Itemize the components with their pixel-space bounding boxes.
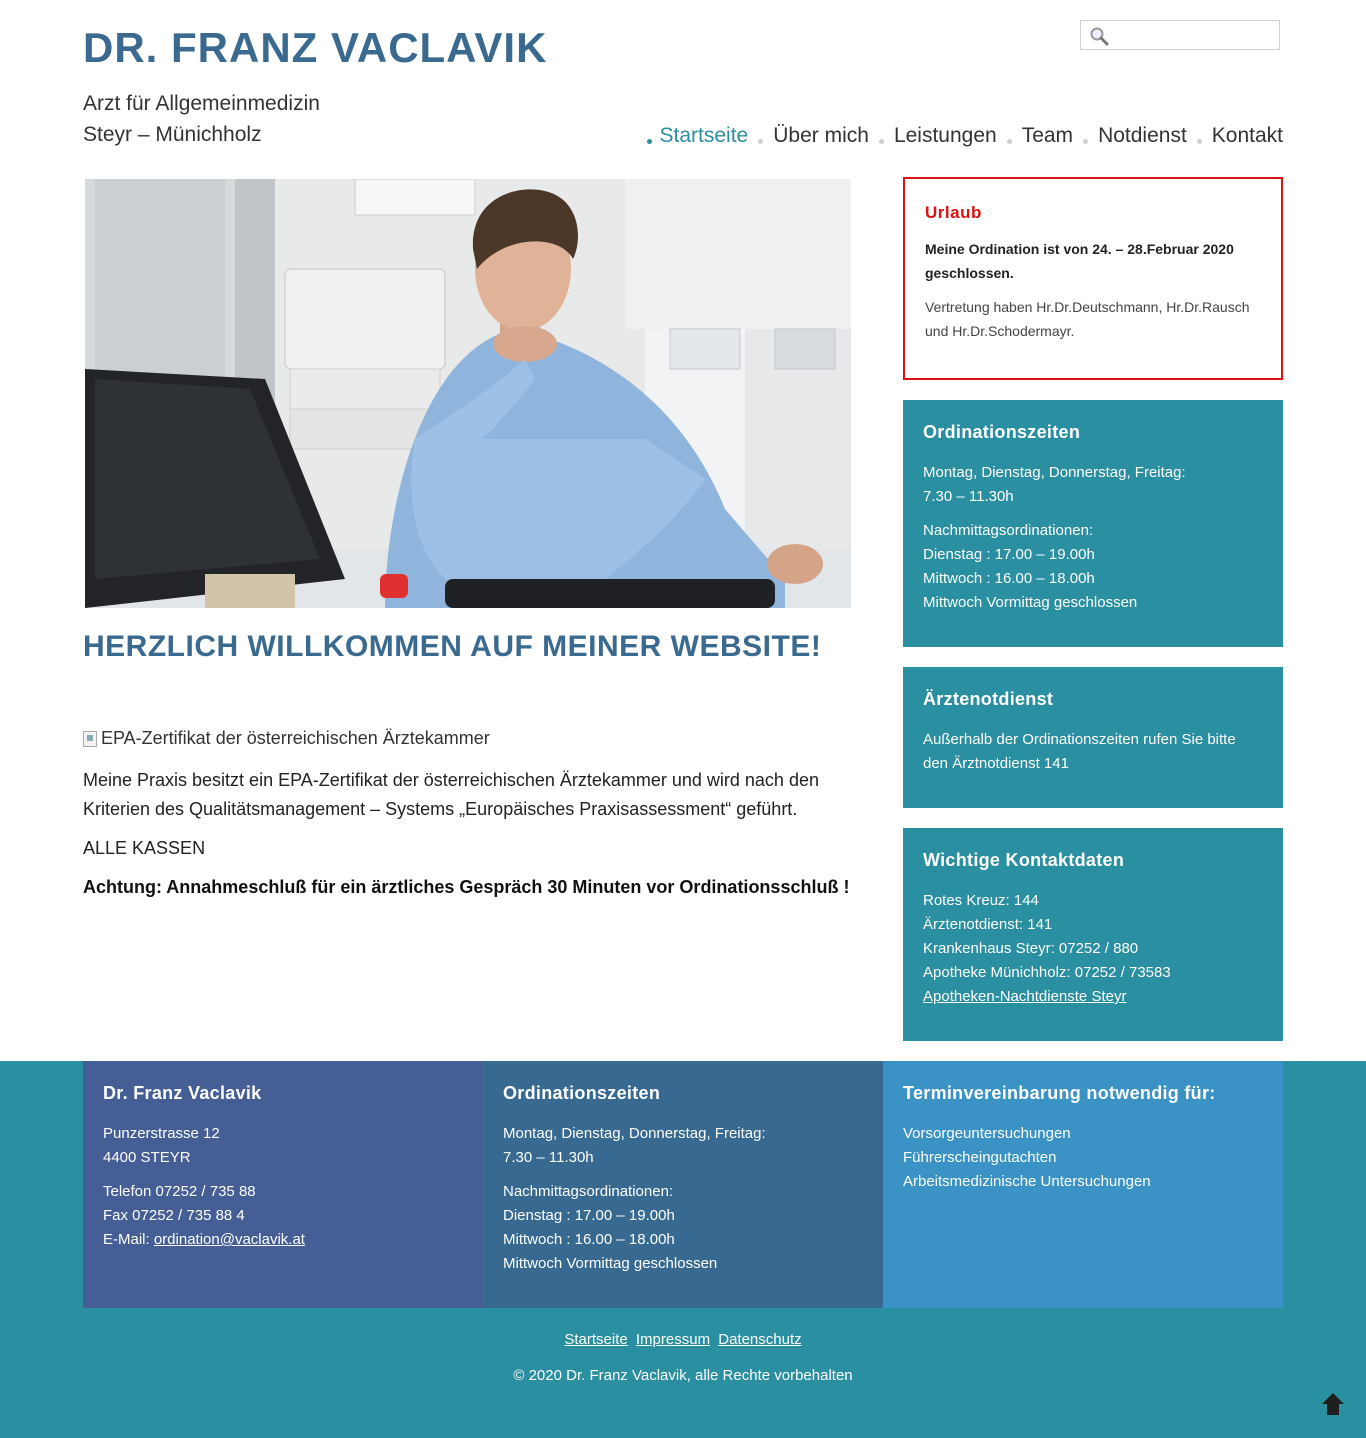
copyright: © 2020 Dr. Franz Vaclavik, alle Rechte v…	[513, 1367, 853, 1384]
nav-label: Über mich	[773, 124, 869, 147]
kontakt-krankenhaus: Krankenhaus Steyr: 07252 / 880	[923, 940, 1139, 957]
footer-link-startseite[interactable]: Startseite	[564, 1331, 627, 1348]
kontakt-apotheke: Apotheke Münichholz: 07252 / 73583	[923, 964, 1171, 981]
footer-email-link[interactable]: ordination@vaclavik.at	[154, 1231, 305, 1248]
nav-item-team[interactable]: Team	[997, 124, 1073, 148]
footer-hours-days: Montag, Dienstag, Donnerstag, Freitag:	[503, 1125, 766, 1142]
footer-fax: Fax 07252 / 735 88 4	[103, 1207, 245, 1224]
nav-item-startseite[interactable]: Startseite	[646, 124, 749, 148]
arrow-up-icon[interactable]	[1320, 1391, 1346, 1417]
nav-bullet	[758, 138, 764, 144]
hours-days: Montag, Dienstag, Donnerstag, Freitag:	[923, 464, 1186, 481]
kontakt-notdienst: Ärztenotdienst: 141	[923, 916, 1053, 933]
search-icon	[1090, 27, 1109, 46]
kontakt-list: Rotes Kreuz: 144 Ärztenotdienst: 141 Kra…	[923, 889, 1263, 1009]
appointment-item: Führerscheingutachten	[903, 1149, 1057, 1166]
urlaub-notice: Meine Ordination ist von 24. – 28.Februa…	[925, 241, 1234, 281]
urlaub-vertretung: Vertretung haben Hr.Dr.Deutschmann, Hr.D…	[925, 299, 1250, 339]
nav-bullet	[878, 138, 884, 144]
footer-street: Punzerstrasse 12	[103, 1125, 220, 1142]
epa-paragraph: Meine Praxis besitzt ein EPA-Zertifikat …	[83, 770, 819, 819]
nav-label: Leistungen	[893, 124, 997, 147]
afternoon-title: Nachmittagsordinationen:	[923, 522, 1094, 539]
box-title: Ordinationszeiten	[923, 422, 1081, 442]
footer-link-impressum[interactable]: Impressum	[636, 1331, 710, 1348]
hours-mittwoch: Mittwoch : 16.00 – 18.00h	[923, 570, 1095, 587]
nav-item-notdienst[interactable]: Notdienst	[1073, 124, 1187, 148]
annahmeschluss-notice: Achtung: Annahmeschluß für ein ärztliche…	[83, 877, 850, 897]
alle-kassen-text: ALLE KASSEN	[83, 838, 206, 858]
footer-col-title: Ordinationszeiten	[503, 1083, 661, 1103]
footer-hours-mittwoch: Mittwoch : 16.00 – 18.00h	[503, 1231, 675, 1248]
aerztenotdienst-box: Ärztenotdienst Außerhalb der Ordinations…	[903, 667, 1283, 808]
hours-time: 7.30 – 11.30h	[923, 488, 1014, 505]
broken-image-icon	[83, 730, 97, 747]
search-input[interactable]	[1111, 23, 1275, 47]
nav-label: Kontakt	[1211, 124, 1283, 147]
ordinationszeiten-box: Ordinationszeiten Montag, Dienstag, Donn…	[903, 400, 1283, 647]
footer-col-title: Dr. Franz Vaclavik	[103, 1083, 262, 1103]
footer-contact: Dr. Franz Vaclavik Punzerstrasse 12 4400…	[83, 1061, 483, 1308]
nav-item-kontakt[interactable]: Kontakt	[1187, 124, 1283, 148]
apotheken-nachtdienste-link[interactable]: Apotheken-Nachtdienste Steyr	[923, 988, 1126, 1005]
nav-item-leistungen[interactable]: Leistungen	[869, 124, 997, 148]
kontakt-rotes-kreuz: Rotes Kreuz: 144	[923, 892, 1039, 909]
hours-dienstag: Dienstag : 17.00 – 19.00h	[923, 546, 1095, 563]
nav-bullet	[646, 138, 652, 144]
footer-afternoon-title: Nachmittagsordinationen:	[503, 1183, 674, 1200]
footer-email-label: E-Mail:	[103, 1231, 154, 1248]
kontaktdaten-box: Wichtige Kontaktdaten Rotes Kreuz: 144 Ä…	[903, 828, 1283, 1041]
nav-bullet	[1006, 138, 1012, 144]
nav-item-ueber-mich[interactable]: Über mich	[748, 124, 869, 148]
nav-label: Startseite	[659, 124, 749, 147]
nav-bullet	[1196, 138, 1202, 144]
nav-label: Notdienst	[1098, 124, 1187, 147]
footer-hours-weekdays: Montag, Dienstag, Donnerstag, Freitag: 7…	[503, 1122, 863, 1170]
footer-col-title: Terminvereinbarung notwendig für:	[903, 1083, 1216, 1103]
urlaub-title: Urlaub	[925, 203, 982, 222]
main-nav: Startseite Über mich Leistungen Team Not…	[646, 122, 1283, 150]
tagline-line1: Arzt für Allgemeinmedizin	[83, 92, 320, 115]
site-footer: Dr. Franz Vaclavik Punzerstrasse 12 4400…	[0, 1061, 1366, 1438]
urlaub-box: Urlaub Meine Ordination ist von 24. – 28…	[903, 177, 1283, 380]
footer-hours-closed: Mittwoch Vormittag geschlossen	[503, 1255, 718, 1272]
footer-phone-block: Telefon 07252 / 735 88 Fax 07252 / 735 8…	[103, 1180, 463, 1252]
site-title[interactable]: DR. FRANZ VACLAVIK	[83, 26, 547, 70]
footer-link-datenschutz[interactable]: Datenschutz	[718, 1331, 801, 1348]
footer-links: Startseite Impressum Datenschutz	[0, 1331, 1366, 1348]
hero-photo	[85, 179, 851, 608]
box-title: Wichtige Kontaktdaten	[923, 850, 1125, 870]
box-title: Ärztenotdienst	[923, 689, 1054, 709]
footer-appointment-list: Vorsorgeuntersuchungen Führerscheingutac…	[903, 1122, 1263, 1194]
footer-appointments: Terminvereinbarung notwendig für: Vorsor…	[883, 1061, 1283, 1308]
search-box[interactable]	[1080, 20, 1280, 50]
hours-weekdays: Montag, Dienstag, Donnerstag, Freitag: 7…	[923, 461, 1263, 509]
doctor-photo	[85, 179, 851, 608]
footer-hours-afternoon: Nachmittagsordinationen: Dienstag : 17.0…	[503, 1180, 863, 1276]
hours-afternoon: Nachmittagsordinationen: Dienstag : 17.0…	[923, 519, 1263, 615]
footer-hours-time: 7.30 – 11.30h	[503, 1149, 594, 1166]
footer-address: Punzerstrasse 12 4400 STEYR	[103, 1122, 463, 1170]
nav-bullet	[1083, 138, 1089, 144]
notdienst-text: Außerhalb der Ordinationszeiten rufen Si…	[923, 731, 1236, 772]
footer-phone: Telefon 07252 / 735 88	[103, 1183, 256, 1200]
footer-hours: Ordinationszeiten Montag, Dienstag, Donn…	[483, 1061, 883, 1308]
welcome-heading: HERZLICH WILLKOMMEN AUF MEINER WEBSITE!	[83, 630, 822, 663]
epa-certificate-alt: EPA-Zertifikat der österreichischen Ärzt…	[101, 728, 490, 748]
nav-label: Team	[1021, 124, 1074, 147]
hours-closed: Mittwoch Vormittag geschlossen	[923, 594, 1138, 611]
appointment-item: Arbeitsmedizinische Untersuchungen	[903, 1173, 1151, 1190]
footer-hours-dienstag: Dienstag : 17.00 – 19.00h	[503, 1207, 675, 1224]
tagline-line2: Steyr – Münichholz	[83, 123, 262, 146]
epa-certificate-image: EPA-Zertifikat der österreichischen Ärzt…	[83, 728, 490, 749]
footer-city: 4400 STEYR	[103, 1149, 191, 1166]
appointment-item: Vorsorgeuntersuchungen	[903, 1125, 1071, 1142]
site-tagline: Arzt für Allgemeinmedizin Steyr – Münich…	[83, 88, 320, 150]
